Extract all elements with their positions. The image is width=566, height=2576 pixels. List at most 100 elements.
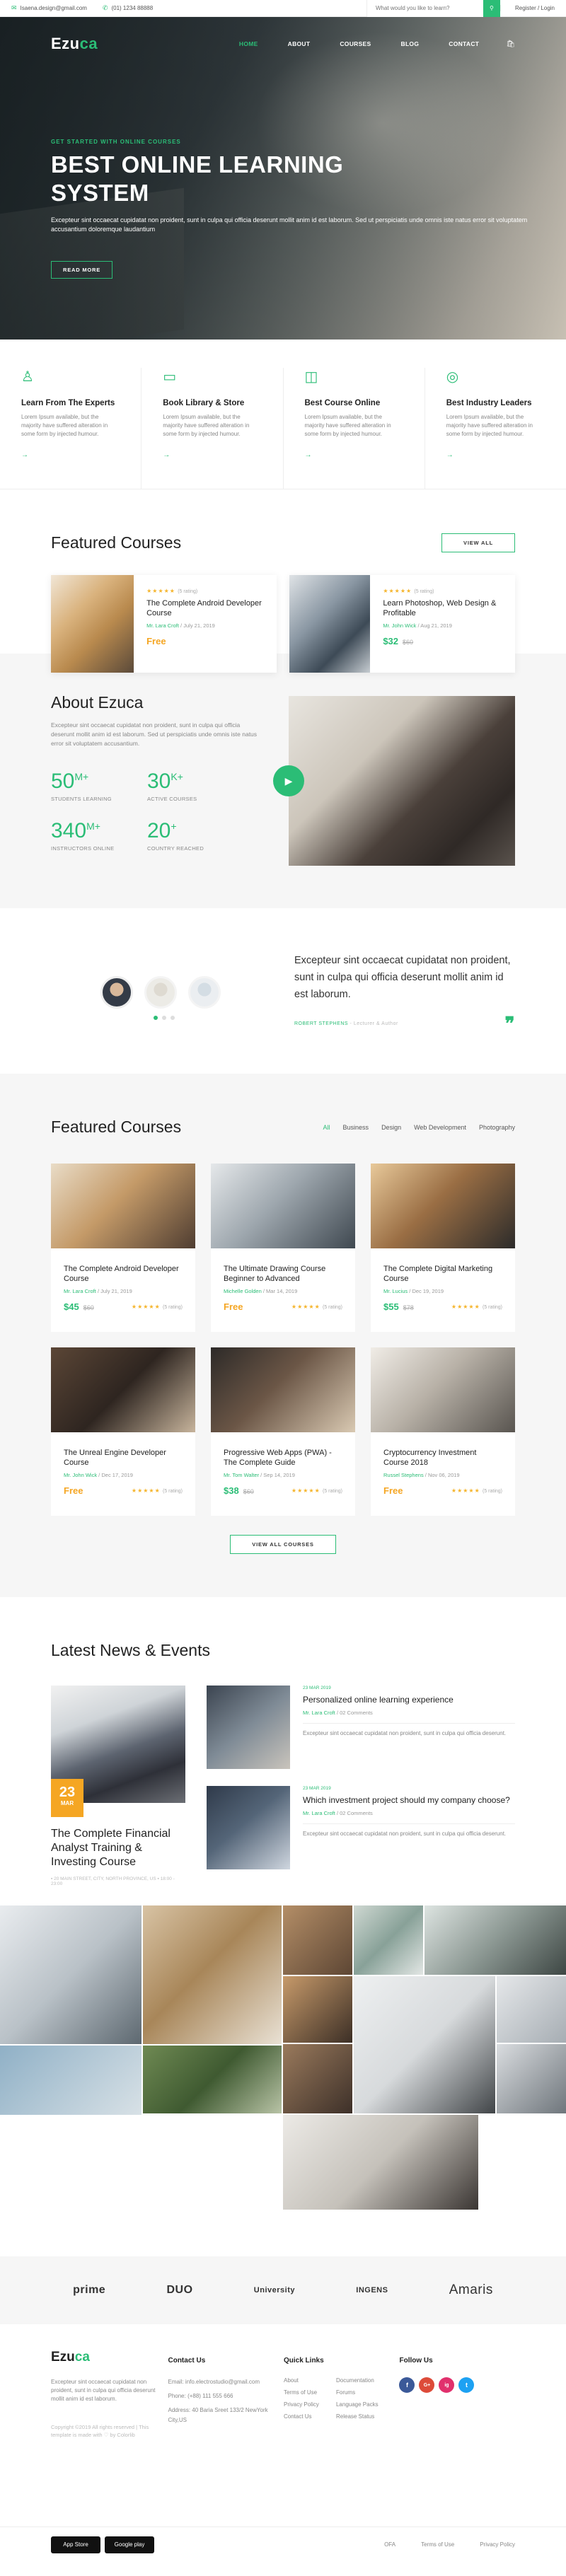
tab-photography[interactable]: Photography	[479, 1124, 515, 1131]
arrow-right-icon[interactable]: →	[163, 451, 261, 459]
contact-phone[interactable]: Phone: (+88) 111 555 666	[168, 2391, 284, 2401]
tab-design[interactable]: Design	[381, 1124, 401, 1131]
course-title[interactable]: The Complete Android Developer Course	[64, 1264, 183, 1284]
view-all-courses-button[interactable]: VIEW ALL COURSES	[230, 1535, 336, 1554]
nav-blog[interactable]: BLOG	[401, 40, 420, 47]
footer-link[interactable]: Contact Us	[284, 2413, 336, 2420]
course-card[interactable]: The Ultimate Drawing Course Beginner to …	[211, 1164, 355, 1332]
slider-dot[interactable]	[171, 1016, 175, 1020]
news-title[interactable]: Which investment project should my compa…	[303, 1795, 515, 1806]
course-card[interactable]: ★★★★★ (5 rating) The Complete Android De…	[51, 575, 277, 673]
gallery-image[interactable]	[283, 2115, 478, 2210]
news-excerpt: Excepteur sint occaecat cupidatat non pr…	[303, 1823, 515, 1838]
course-card[interactable]: Cryptocurrency Investment Course 2018 Ru…	[371, 1347, 515, 1516]
read-more-button[interactable]: READ MORE	[51, 261, 113, 279]
course-card[interactable]: ★★★★★ (5 rating) Learn Photoshop, Web De…	[289, 575, 515, 673]
login-link[interactable]: Register / Login	[499, 5, 566, 11]
feature-desc: Lorem Ipsum available, but the majority …	[21, 414, 108, 437]
google-play-button[interactable]: Google play	[105, 2536, 154, 2553]
course-title[interactable]: Learn Photoshop, Web Design & Profitable	[383, 598, 502, 618]
gallery-image[interactable]	[0, 1905, 142, 2044]
arrow-right-icon[interactable]: →	[21, 451, 120, 459]
twitter-icon[interactable]: t	[458, 2377, 475, 2393]
tab-business[interactable]: Business	[343, 1124, 369, 1131]
nav-courses[interactable]: COURSES	[340, 40, 371, 47]
gallery-image[interactable]	[497, 2044, 566, 2113]
nav-home[interactable]: HOME	[239, 40, 258, 47]
slider-dot[interactable]	[162, 1016, 166, 1020]
course-card[interactable]: The Complete Android Developer Course Mr…	[51, 1164, 195, 1332]
search-input[interactable]	[366, 0, 483, 17]
gallery-image[interactable]	[283, 2044, 352, 2113]
partner-logo[interactable]: University	[254, 2286, 295, 2294]
rating-stars: ★★★★★ (5 rating)	[146, 588, 198, 594]
bottom-link[interactable]: Privacy Policy	[480, 2541, 515, 2548]
footer-link[interactable]: Language Packs	[336, 2401, 393, 2408]
partner-logo[interactable]: prime	[73, 2284, 105, 2297]
cart-icon[interactable]: 🛍	[506, 40, 515, 48]
instagram-icon[interactable]: ig	[439, 2377, 455, 2393]
footer-logo[interactable]: Ezuca	[51, 2350, 168, 2365]
course-title[interactable]: The Unreal Engine Developer Course	[64, 1448, 183, 1468]
search-button[interactable]: ⚲	[483, 0, 500, 17]
tab-web-development[interactable]: Web Development	[414, 1124, 466, 1131]
nav-about[interactable]: ABOUT	[288, 40, 311, 47]
footer-link[interactable]: Privacy Policy	[284, 2401, 336, 2408]
gallery-image[interactable]	[497, 1976, 566, 2043]
course-title[interactable]: Cryptocurrency Investment Course 2018	[383, 1448, 502, 1468]
app-store-button[interactable]: App Store	[51, 2536, 100, 2553]
course-price: $32 $60	[383, 636, 414, 646]
partner-logo[interactable]: Amaris	[449, 2282, 493, 2298]
gallery-image[interactable]	[143, 2046, 282, 2113]
stat-item: 50M+ STUDENTS LEARNING	[51, 770, 112, 802]
gallery-image[interactable]	[0, 2046, 142, 2115]
google-plus-icon[interactable]: G+	[419, 2377, 435, 2393]
course-title[interactable]: The Ultimate Drawing Course Beginner to …	[224, 1264, 342, 1284]
gallery-image[interactable]	[143, 1905, 282, 2044]
facebook-icon[interactable]: f	[399, 2377, 415, 2393]
arrow-right-icon[interactable]: →	[305, 451, 403, 459]
news-item[interactable]: 23 MAR 2019 Personalized online learning…	[207, 1686, 515, 1769]
footer-link[interactable]: Forums	[336, 2389, 393, 2396]
bottom-link[interactable]: OFA	[384, 2541, 395, 2548]
gallery-image[interactable]	[283, 1905, 352, 1975]
avatar[interactable]	[188, 976, 221, 1009]
slider-dot[interactable]	[154, 1016, 158, 1020]
contact-email[interactable]: Email: info.electrostudio@gmail.com	[168, 2377, 284, 2387]
course-title[interactable]: The Complete Android Developer Course	[146, 598, 264, 618]
arrow-right-icon[interactable]: →	[446, 451, 545, 459]
gallery-image[interactable]	[283, 1976, 352, 2043]
tab-all[interactable]: All	[323, 1124, 330, 1131]
course-card[interactable]: The Complete Digital Marketing Course Mr…	[371, 1164, 515, 1332]
partner-logo[interactable]: INGENS	[356, 2286, 388, 2294]
about-video-image: ▶	[273, 696, 515, 866]
avatar[interactable]	[100, 976, 133, 1009]
logo[interactable]: Ezuca	[51, 35, 98, 53]
gallery-image[interactable]	[354, 1905, 423, 1975]
event-title[interactable]: The Complete Financial Analyst Training …	[51, 1827, 185, 1869]
topbar-email[interactable]: ✉ Isaena.design@gmail.com	[11, 4, 87, 12]
footer-link[interactable]: About	[284, 2377, 336, 2384]
featured-event[interactable]: 23 MAR The Complete Financial Analyst Tra…	[51, 1686, 185, 1886]
nav-contact[interactable]: CONTACT	[449, 40, 479, 47]
course-title[interactable]: Progressive Web Apps (PWA) - The Complet…	[224, 1448, 342, 1468]
course-card[interactable]: Progressive Web Apps (PWA) - The Complet…	[211, 1347, 355, 1516]
footer-link[interactable]: Terms of Use	[284, 2389, 336, 2396]
avatar[interactable]	[144, 976, 177, 1009]
view-all-button[interactable]: VIEW ALL	[441, 533, 515, 552]
bottom-link[interactable]: Terms of Use	[421, 2541, 454, 2548]
course-title[interactable]: The Complete Digital Marketing Course	[383, 1264, 502, 1284]
partner-logo[interactable]: DUO	[166, 2284, 192, 2297]
footer-link[interactable]: Release Status	[336, 2413, 393, 2420]
play-icon[interactable]: ▶	[273, 765, 304, 796]
app-store-badges: App Store Google play	[51, 2536, 158, 2553]
course-card[interactable]: The Unreal Engine Developer Course Mr. J…	[51, 1347, 195, 1516]
gallery-image[interactable]	[354, 1976, 495, 2113]
course-image	[211, 1164, 355, 1248]
gallery-image[interactable]	[424, 1905, 566, 1975]
footer-link[interactable]: Documentation	[336, 2377, 393, 2384]
news-item[interactable]: 23 MAR 2019 Which investment project sho…	[207, 1786, 515, 1869]
topbar-phone[interactable]: ✆ (01) 1234 88888	[103, 4, 153, 12]
section-title: Latest News & Events	[51, 1641, 210, 1659]
news-title[interactable]: Personalized online learning experience	[303, 1695, 515, 1705]
